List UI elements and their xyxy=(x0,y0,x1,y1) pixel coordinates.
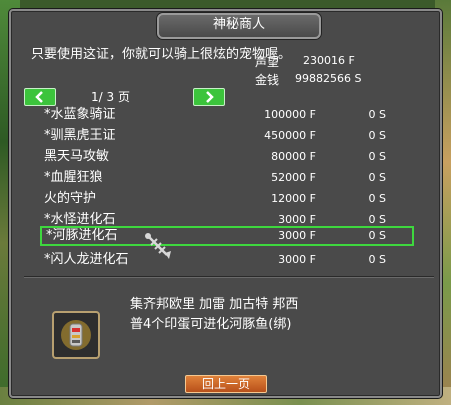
item-name: *血腥狂狼 xyxy=(44,170,103,185)
page-indicator: 1/ 3 页 xyxy=(91,90,130,104)
item-row-selected[interactable]: *河豚进化石 3000 F 0 S xyxy=(40,226,414,246)
item-name: *闪人龙进化石 xyxy=(44,252,129,267)
item-price: 3000 F xyxy=(278,253,316,266)
section-divider xyxy=(24,276,434,277)
merchant-window: 神秘商人 只要使用这证，你就可以骑上很炫的宠物喔。 声望 230016 F 金钱… xyxy=(9,9,442,398)
item-preview-slot xyxy=(52,311,100,359)
item-price: 80000 F xyxy=(271,150,316,163)
prestige-value: 230016 F xyxy=(303,54,355,67)
hint-text: 只要使用这证，你就可以骑上很炫的宠物喔。 xyxy=(31,47,292,62)
item-score: 0 S xyxy=(368,253,386,266)
item-price: 450000 F xyxy=(264,129,316,142)
item-name: 黑天马攻敏 xyxy=(44,149,110,164)
item-score: 0 S xyxy=(368,229,386,242)
item-description-line2: 普4个印蛋可进化河豚鱼(绑) xyxy=(130,317,292,332)
item-price: 12000 F xyxy=(271,192,316,205)
item-row[interactable]: 黑天马攻敏 80000 F 0 S xyxy=(40,147,412,167)
prev-page-button[interactable] xyxy=(24,88,56,106)
item-name: *水蓝象骑证 xyxy=(44,107,116,122)
money-label: 金钱 xyxy=(255,73,280,87)
arrow-right-icon xyxy=(206,91,214,103)
item-score: 0 S xyxy=(368,150,386,163)
item-row[interactable]: *水蓝象骑证 100000 F 0 S xyxy=(40,105,412,125)
back-page-button[interactable]: 回上一页 xyxy=(185,375,267,393)
fishbone-cursor-icon xyxy=(145,233,171,259)
next-page-button[interactable] xyxy=(193,88,225,106)
item-score: 0 S xyxy=(368,192,386,205)
prestige-label: 声望 xyxy=(255,55,280,69)
item-score: 0 S xyxy=(368,108,386,121)
item-name: *河豚进化石 xyxy=(46,228,118,243)
item-name: *驯黑虎王证 xyxy=(44,128,116,143)
item-row[interactable]: *驯黑虎王证 450000 F 0 S xyxy=(40,126,412,146)
item-price: 100000 F xyxy=(264,108,316,121)
evolution-stone-icon xyxy=(61,320,91,350)
item-name: 火的守护 xyxy=(44,191,97,206)
item-price: 3000 F xyxy=(278,229,316,242)
item-row[interactable]: *血腥狂狼 52000 F 0 S xyxy=(40,168,412,188)
item-score: 0 S xyxy=(368,171,386,184)
item-row[interactable]: *闪人龙进化石 3000 F 0 S xyxy=(40,250,412,270)
item-score: 0 S xyxy=(368,129,386,142)
item-price: 52000 F xyxy=(271,171,316,184)
money-value: 99882566 S xyxy=(295,72,362,85)
item-description-line1: 集齐邦欧里 加雷 加古特 邦西 xyxy=(130,297,299,312)
window-title: 神秘商人 xyxy=(157,13,321,39)
item-row[interactable]: 火的守护 12000 F 0 S xyxy=(40,189,412,209)
arrow-left-icon xyxy=(35,91,43,103)
